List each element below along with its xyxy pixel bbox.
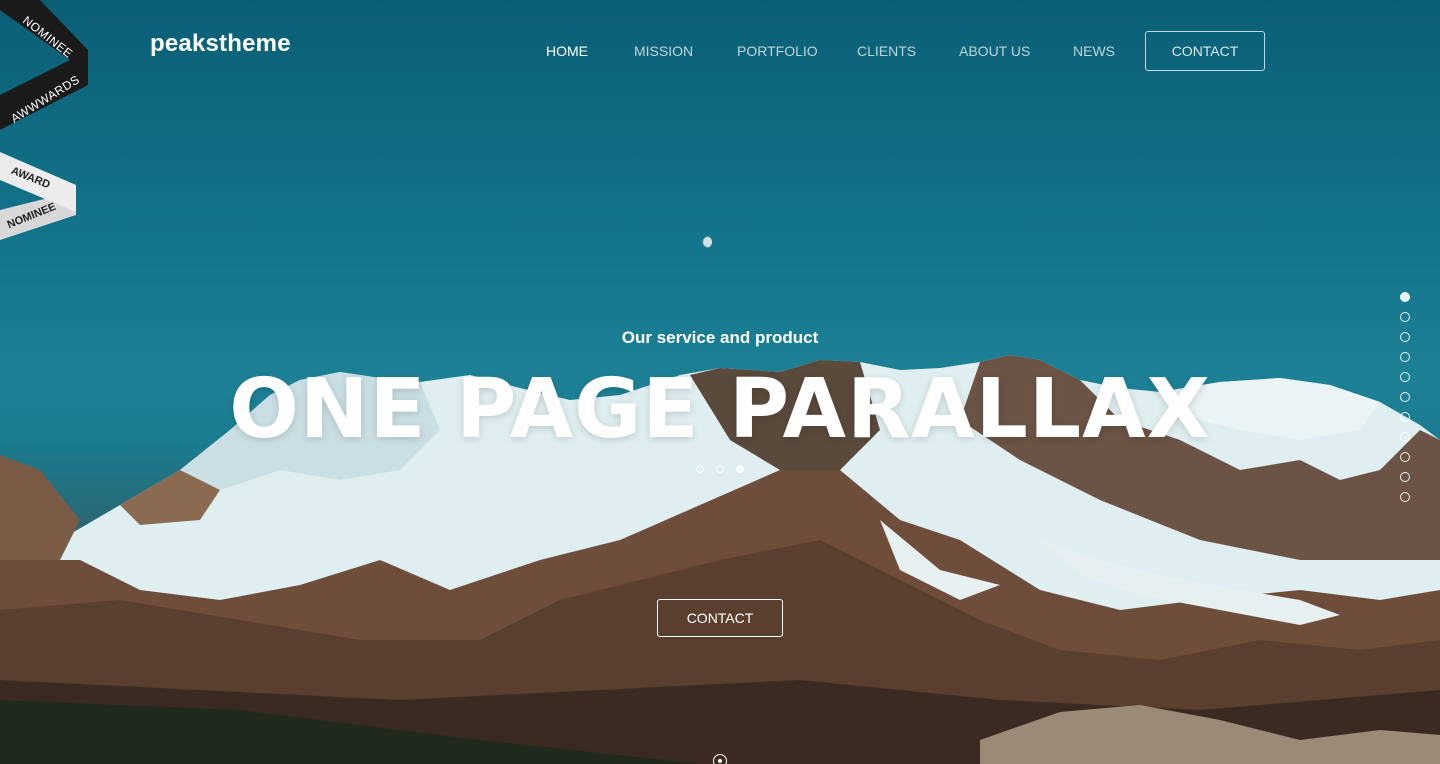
nav-portfolio[interactable]: PORTFOLIO xyxy=(737,43,818,59)
slider-dot[interactable] xyxy=(696,465,704,473)
side-nav-dot[interactable] xyxy=(1400,352,1410,362)
side-nav-dot[interactable] xyxy=(1400,312,1410,322)
nav-about-us[interactable]: ABOUT US xyxy=(959,43,1030,59)
nav-news[interactable]: NEWS xyxy=(1073,43,1115,59)
hero-section: NOMINEE AWWWARDS AWARD NOMINEE peaksthem… xyxy=(0,0,1440,764)
scroll-down-icon[interactable] xyxy=(713,754,727,764)
side-nav-dot[interactable] xyxy=(1400,472,1410,482)
nav-clients[interactable]: CLIENTS xyxy=(857,43,916,59)
brand-logo[interactable]: peakstheme xyxy=(150,30,291,58)
section-side-nav xyxy=(1400,292,1410,512)
side-nav-dot-active[interactable] xyxy=(1400,292,1410,302)
nav-mission[interactable]: MISSION xyxy=(634,43,693,59)
side-nav-dot[interactable] xyxy=(1400,452,1410,462)
side-nav-dot[interactable] xyxy=(1400,492,1410,502)
nav-contact-button[interactable]: CONTACT xyxy=(1145,31,1265,71)
side-nav-dot[interactable] xyxy=(1400,332,1410,342)
side-nav-dot[interactable] xyxy=(1400,372,1410,382)
hero-tagline: Our service and product xyxy=(621,328,819,347)
slider-dot-active[interactable] xyxy=(736,465,744,473)
hero-contact-button[interactable]: CONTACT xyxy=(657,599,783,637)
moon-decoration xyxy=(700,236,712,248)
side-nav-dot[interactable] xyxy=(1400,412,1410,422)
slider-dot[interactable] xyxy=(716,465,724,473)
hero-headline: ONE PAGE PARALLAX xyxy=(229,362,1211,457)
nav-home[interactable]: HOME xyxy=(546,43,588,59)
side-nav-dot[interactable] xyxy=(1400,432,1410,442)
side-nav-dot[interactable] xyxy=(1400,392,1410,402)
slider-dots xyxy=(696,465,744,473)
